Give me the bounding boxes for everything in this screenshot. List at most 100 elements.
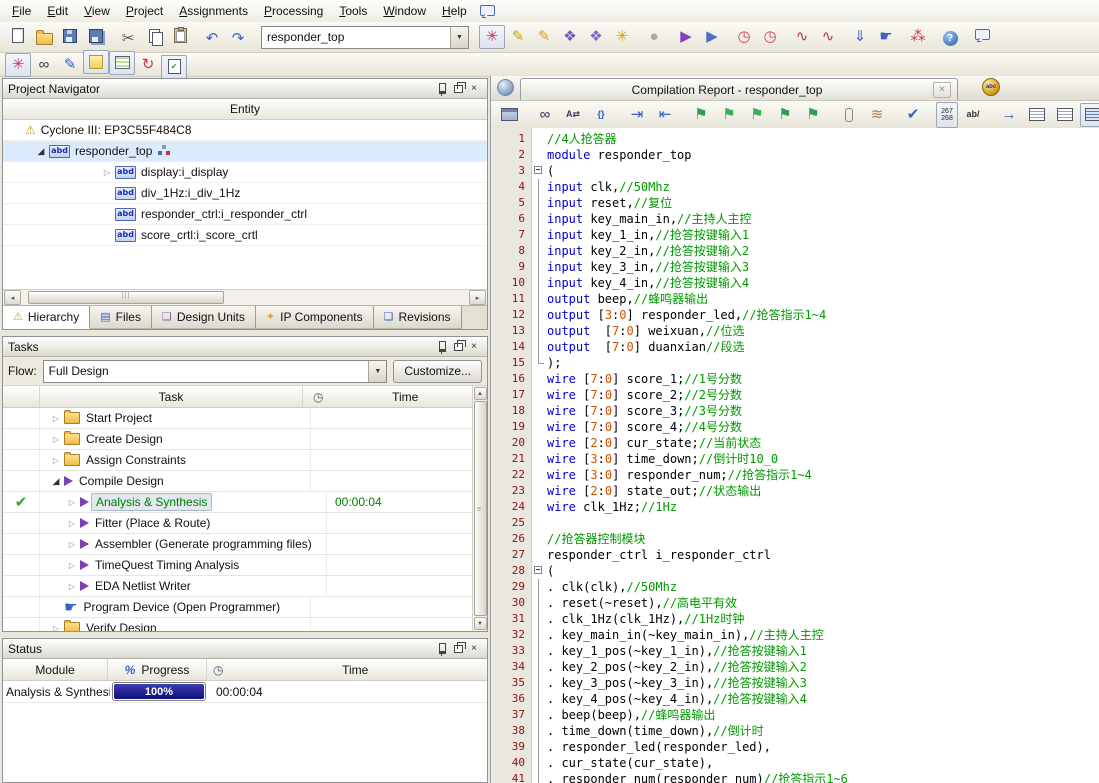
line-number[interactable]: 38 <box>491 723 531 739</box>
tab-revisions[interactable]: ❏ Revisions <box>373 306 462 329</box>
redo-icon[interactable]: ↷ <box>225 27 251 51</box>
module-column-header[interactable]: Module <box>3 659 108 680</box>
line-number[interactable]: 36 <box>491 691 531 707</box>
combo-dropdown-arrow[interactable]: ▼ <box>450 26 468 48</box>
macro-scroll-icon[interactable]: ≋ <box>864 103 890 127</box>
task-row-timequest-timing-analysis[interactable]: ▷ TimeQuest Timing Analysis <box>3 555 487 576</box>
stamp-check-icon[interactable]: ❖ <box>583 25 609 49</box>
line-number[interactable]: 4 <box>491 179 531 195</box>
pin-icon[interactable] <box>434 82 450 96</box>
menu-file[interactable]: File <box>4 1 39 21</box>
float-icon[interactable] <box>450 339 466 354</box>
line-number[interactable]: 19 <box>491 419 531 435</box>
abc-text-orb-icon[interactable]: abc <box>982 78 1000 96</box>
find-binoculars-icon[interactable]: ∞ <box>31 53 57 77</box>
flow-combobox[interactable]: Full Design ▼ <box>42 359 388 383</box>
list-panel-icon[interactable] <box>109 50 135 75</box>
line-number[interactable]: 1 <box>491 131 531 147</box>
find-replace-icon[interactable]: A⇄ <box>560 103 586 127</box>
line-number[interactable]: 14 <box>491 339 531 355</box>
timing-clock-icon[interactable]: ◷ <box>757 25 783 49</box>
customize-button[interactable]: Customize... <box>393 359 482 383</box>
tree-item-score-crtl-i-score-crtl[interactable]: abd score_crtl:i_score_crtl <box>3 225 487 246</box>
tree-item-div-1hz-i-div-1hz[interactable]: abd div_1Hz:i_div_1Hz <box>3 183 487 204</box>
tasks-vscrollbar[interactable]: ▲ ▼ <box>472 386 487 631</box>
outdent-icon[interactable]: ⇤ <box>652 103 678 127</box>
feedback-bubble-icon[interactable] <box>969 24 995 48</box>
task-row-verify-design[interactable]: ▷ Verify Design <box>3 618 487 631</box>
expand-arrow-icon[interactable]: ▷ <box>99 168 115 177</box>
line-number[interactable]: 41 <box>491 771 531 783</box>
line-number[interactable]: 17 <box>491 387 531 403</box>
expand-arrow-icon[interactable]: ▷ <box>64 498 80 507</box>
time-column-header[interactable]: ◷ Time <box>303 386 487 407</box>
close-icon[interactable]: × <box>466 82 482 96</box>
task-row-start-project[interactable]: ▷ Start Project <box>3 408 487 429</box>
menu-processing[interactable]: Processing <box>256 1 331 21</box>
line-number[interactable]: 20 <box>491 435 531 451</box>
line-number[interactable]: 2 <box>491 147 531 163</box>
open-file-icon[interactable] <box>31 25 57 49</box>
line-number[interactable]: 32 <box>491 627 531 643</box>
bookmark-next-icon[interactable]: ⚑ <box>716 103 742 127</box>
close-tab-icon[interactable]: ✕ <box>933 81 951 98</box>
match-braces-icon[interactable]: {} <box>588 103 614 127</box>
start-analysis-icon[interactable]: ▶ <box>699 25 725 49</box>
entity-combobox[interactable]: responder_top ▼ <box>261 25 469 49</box>
line-number[interactable]: 37 <box>491 707 531 723</box>
line-number[interactable]: 15 <box>491 355 531 371</box>
scroll-down-arrow[interactable]: ▼ <box>473 617 487 630</box>
menu-edit[interactable]: Edit <box>39 1 76 21</box>
expand-arrow-icon[interactable]: ▷ <box>48 624 64 632</box>
line-number[interactable]: 13 <box>491 323 531 339</box>
indent-icon[interactable]: ⇥ <box>624 103 650 127</box>
attach-paperclip-icon[interactable] <box>836 103 862 127</box>
line-number[interactable]: 39 <box>491 739 531 755</box>
line-count-icon[interactable]: 267 268 <box>936 101 958 128</box>
task-column-header[interactable]: Task <box>40 386 303 407</box>
new-file-icon[interactable] <box>5 24 31 48</box>
time-column-header[interactable]: ◷ Time <box>207 659 487 680</box>
task-row-assembler-generate-programming-files[interactable]: ▷ Assembler (Generate programming files) <box>3 534 487 555</box>
tree-item-responder-ctrl-i-responder-ctrl[interactable]: abd responder_ctrl:i_responder_ctrl <box>3 204 487 225</box>
line-number[interactable]: 21 <box>491 451 531 467</box>
hscroll-thumb[interactable] <box>28 291 225 304</box>
programmer-icon[interactable]: ⇓ <box>847 25 873 49</box>
windmill-small-icon[interactable]: ✳ <box>5 52 31 77</box>
line-number[interactable]: 23 <box>491 483 531 499</box>
check-note-icon[interactable]: ✔ <box>161 54 187 79</box>
line-number[interactable]: 7 <box>491 227 531 243</box>
line-number[interactable]: 25 <box>491 515 531 531</box>
device-stamp-icon[interactable]: ❖ <box>557 25 583 49</box>
line-number[interactable]: 18 <box>491 403 531 419</box>
tab-hierarchy[interactable]: ⚠ Hierarchy <box>3 306 91 329</box>
timequest-clock-icon[interactable]: ◷ <box>731 25 757 49</box>
line-number[interactable]: 33 <box>491 643 531 659</box>
task-row-create-design[interactable]: ▷ Create Design <box>3 429 487 450</box>
save-all-icon[interactable] <box>83 24 109 48</box>
close-icon[interactable]: × <box>466 340 482 354</box>
start-compilation-icon[interactable]: ▶ <box>673 25 699 49</box>
signaltap-icon[interactable]: ☛ <box>873 25 899 49</box>
scroll-left-arrow[interactable]: ◂ <box>4 290 21 305</box>
line-number[interactable]: 30 <box>491 595 531 611</box>
menu-help[interactable]: Help <box>434 1 475 21</box>
fold-collapse-icon[interactable] <box>531 563 547 579</box>
code-area[interactable]: 1//4人抢答器 2 module responder_top 3(4 input cl… <box>491 128 1099 783</box>
collapse-arrow-icon[interactable]: ◢ <box>33 146 49 157</box>
expand-arrow-icon[interactable]: ◢ <box>48 476 64 487</box>
line-number[interactable]: 5 <box>491 195 531 211</box>
combine-window-icon[interactable] <box>496 103 522 127</box>
float-icon[interactable] <box>450 81 466 96</box>
expand-arrow-icon[interactable]: ▷ <box>64 561 80 570</box>
tab-files[interactable]: ▤ Files <box>90 306 152 329</box>
vscroll-thumb[interactable] <box>473 401 487 616</box>
save-icon[interactable] <box>57 24 83 48</box>
bookmark-delete-all-icon[interactable]: ⚑ <box>800 103 826 127</box>
syntax-check-icon[interactable]: ✔ <box>900 103 926 127</box>
line-number[interactable]: 12 <box>491 307 531 323</box>
expand-arrow-icon[interactable]: ▷ <box>64 582 80 591</box>
settings-windmill-icon[interactable]: ✳ <box>479 24 505 49</box>
expand-arrow-icon[interactable]: ▷ <box>48 435 64 444</box>
cut-icon[interactable]: ✂ <box>115 27 141 51</box>
